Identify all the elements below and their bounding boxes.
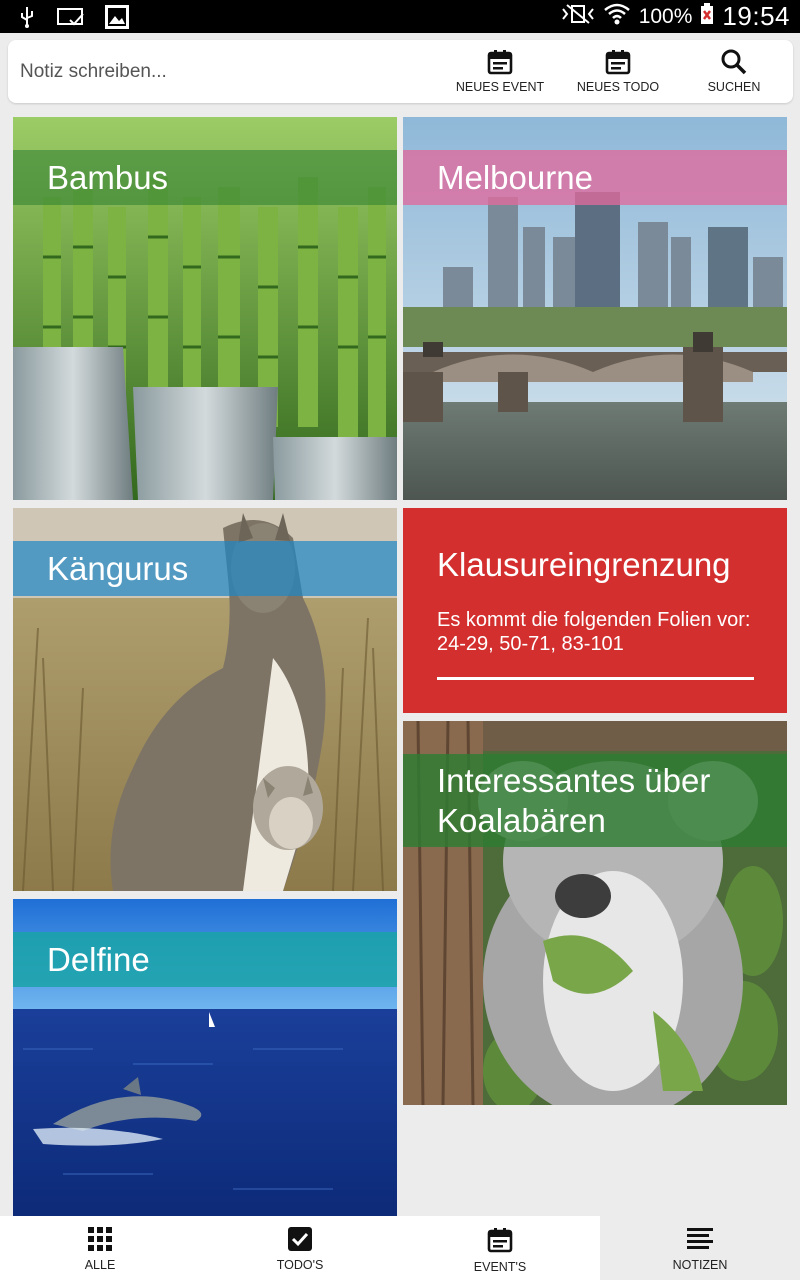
battery-percentage: 100% bbox=[638, 4, 693, 28]
tile-title: Delfine bbox=[47, 940, 150, 978]
bottom-navigation: ALLE TODO'S EVENT'S NOTIZEN bbox=[0, 1216, 800, 1280]
nav-item-notizen[interactable]: NOTIZEN bbox=[600, 1216, 800, 1280]
tile-title: Melbourne bbox=[437, 158, 593, 196]
note-tile-kaengurus[interactable]: Kängurus bbox=[13, 508, 397, 891]
nav-item-todos[interactable]: TODO'S bbox=[200, 1216, 400, 1280]
search-icon bbox=[679, 48, 789, 76]
tile-title: Klausureingrenzung bbox=[437, 546, 731, 583]
new-event-label: NEUES EVENT bbox=[455, 80, 545, 94]
tile-title-banner: Delfine bbox=[13, 932, 397, 987]
note-tile-melbourne[interactable]: Melbourne bbox=[403, 117, 787, 500]
checkbox-icon bbox=[200, 1226, 400, 1252]
vibrate-icon bbox=[561, 3, 595, 30]
calendar-icon bbox=[563, 48, 673, 76]
cast-icon bbox=[56, 6, 86, 33]
top-bar: NEUES EVENT NEUES TODO SUCHEN bbox=[8, 40, 793, 103]
wifi-icon bbox=[603, 1, 631, 32]
nav-label: EVENT'S bbox=[473, 1260, 527, 1274]
usb-icon bbox=[16, 5, 38, 34]
tile-title-banner: Kängurus bbox=[13, 541, 397, 596]
tile-title-banner: Melbourne bbox=[403, 150, 787, 205]
new-event-button[interactable]: NEUES EVENT bbox=[445, 48, 555, 98]
tile-title: Bambus bbox=[47, 158, 169, 196]
new-todo-button[interactable]: NEUES TODO bbox=[563, 48, 673, 98]
note-tile-klausureingrenzung[interactable]: Klausureingrenzung Es kommt die folgende… bbox=[403, 508, 787, 713]
nav-item-alle[interactable]: ALLE bbox=[0, 1216, 200, 1280]
search-label: SUCHEN bbox=[707, 80, 761, 94]
note-tile-koala[interactable]: Interessantes über Koalabären bbox=[403, 721, 787, 1105]
tile-title-banner: Interessantes über Koalabären bbox=[403, 754, 787, 847]
battery-icon bbox=[700, 3, 714, 30]
divider bbox=[437, 677, 754, 680]
notes-icon bbox=[600, 1226, 800, 1252]
nav-item-events[interactable]: EVENT'S bbox=[400, 1216, 600, 1280]
tile-title: Interessantes über Koalabären bbox=[437, 761, 711, 839]
grid-icon bbox=[0, 1226, 200, 1252]
calendar-icon bbox=[445, 48, 555, 76]
new-todo-label: NEUES TODO bbox=[576, 80, 660, 94]
nav-label: TODO'S bbox=[276, 1258, 324, 1272]
image-icon bbox=[104, 4, 130, 35]
search-button[interactable]: SUCHEN bbox=[679, 48, 789, 98]
tile-title-banner: Bambus bbox=[13, 150, 397, 205]
note-tile-bambus[interactable]: Bambus bbox=[13, 117, 397, 500]
nav-label: ALLE bbox=[84, 1258, 116, 1272]
clock: 19:54 bbox=[722, 1, 790, 31]
nav-label: NOTIZEN bbox=[672, 1258, 728, 1272]
note-input[interactable] bbox=[20, 52, 420, 92]
note-tile-delfine[interactable]: Delfine bbox=[13, 899, 397, 1216]
calendar-icon bbox=[400, 1226, 600, 1254]
tile-title: Kängurus bbox=[47, 549, 189, 587]
status-bar: 100% 19:54 bbox=[0, 0, 800, 33]
tile-body: Es kommt die folgenden Folien vor: 24-29… bbox=[437, 609, 751, 655]
